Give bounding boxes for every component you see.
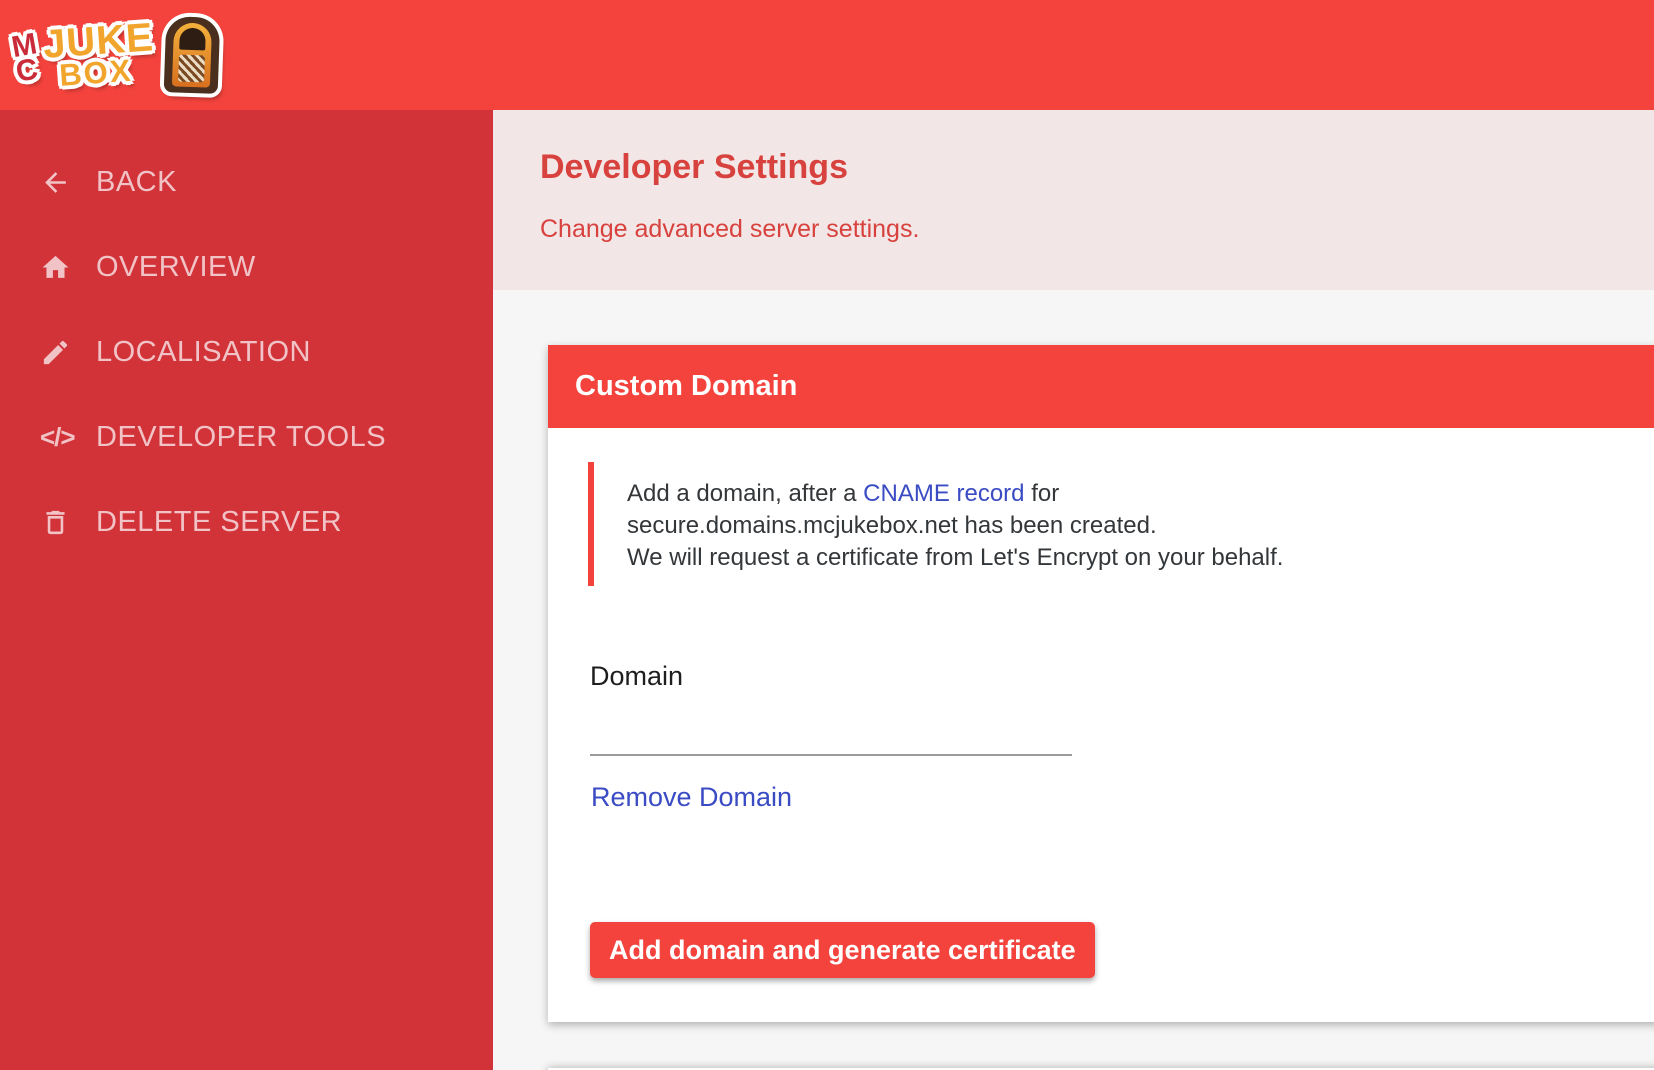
trash-icon xyxy=(40,507,80,538)
custom-domain-card: Custom Domain Add a domain, after a CNAM… xyxy=(548,345,1654,1022)
page-title: Developer Settings xyxy=(540,148,848,186)
sidebar-item-delete-server[interactable]: DELETE SERVER xyxy=(0,480,493,565)
card-title: Custom Domain xyxy=(575,370,798,402)
pencil-icon xyxy=(40,337,80,368)
cname-info-block: Add a domain, after a CNAME record for s… xyxy=(588,462,1654,586)
logo-mc-text: MC xyxy=(9,26,51,89)
card-header: Custom Domain xyxy=(548,345,1654,428)
info-line3: We will request a certificate from Let's… xyxy=(627,544,1284,571)
mcjukebox-logo[interactable]: MC JUKE BOX xyxy=(9,6,221,102)
sidebar-item-developer-tools[interactable]: </> DEVELOPER TOOLS xyxy=(0,395,493,480)
logo-box-text: BOX xyxy=(58,52,134,93)
jukebox-graphic xyxy=(163,16,221,94)
home-icon xyxy=(40,252,80,283)
domain-input[interactable] xyxy=(590,695,1072,756)
jukebox-arch xyxy=(171,22,212,88)
top-header-bar: MC JUKE BOX xyxy=(0,0,1654,110)
sidebar-item-label: DELETE SERVER xyxy=(96,506,343,538)
sidebar-item-label: BACK xyxy=(96,166,177,198)
page-header: Developer Settings Change advanced serve… xyxy=(493,110,1654,290)
add-domain-button[interactable]: Add domain and generate certificate xyxy=(590,922,1095,978)
cname-record-link[interactable]: CNAME record xyxy=(863,480,1024,507)
sidebar-item-localisation[interactable]: LOCALISATION xyxy=(0,310,493,395)
info-line1-before: Add a domain, after a xyxy=(627,480,864,507)
sidebar-item-label: LOCALISATION xyxy=(96,336,311,368)
page-subtitle: Change advanced server settings. xyxy=(540,215,920,243)
sidebar-item-label: DEVELOPER TOOLS xyxy=(96,421,387,453)
sidebar-item-overview[interactable]: OVERVIEW xyxy=(0,225,493,310)
arrow-left-icon xyxy=(40,167,80,198)
code-icon: </> xyxy=(40,422,76,452)
sidebar-item-back[interactable]: BACK xyxy=(0,140,493,225)
sidebar: BACK OVERVIEW LOCALISATION </> DEVELOPER… xyxy=(0,110,493,1070)
logo-wordmark: JUKE BOX xyxy=(42,15,157,93)
info-line1-after: for xyxy=(1024,480,1060,507)
remove-domain-link[interactable]: Remove Domain xyxy=(591,782,792,813)
info-line2: secure.domains.mcjukebox.net has been cr… xyxy=(627,512,1157,539)
domain-field-label: Domain xyxy=(590,661,684,691)
sidebar-item-label: OVERVIEW xyxy=(96,251,256,283)
